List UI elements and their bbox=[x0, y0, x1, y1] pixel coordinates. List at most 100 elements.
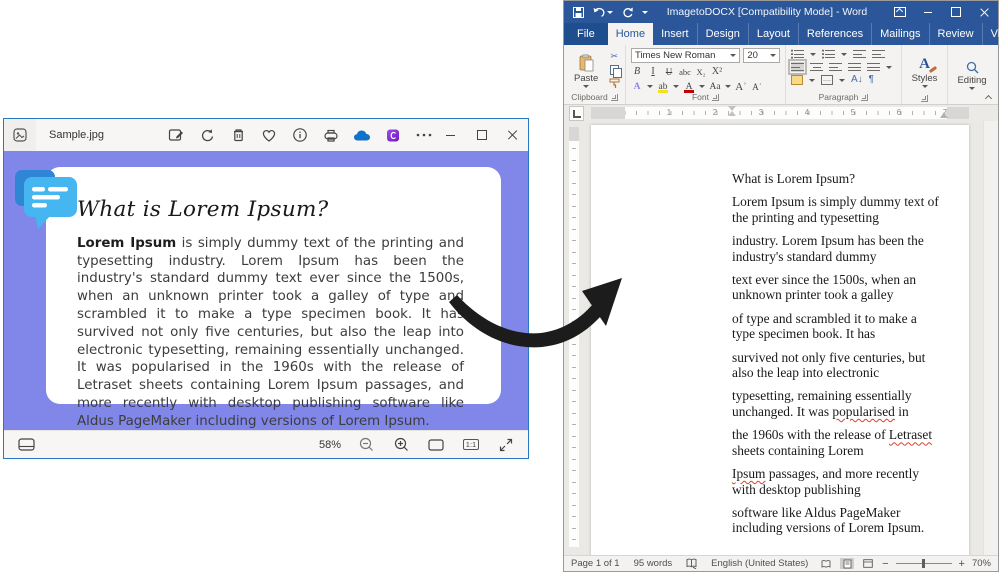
web-layout-button[interactable] bbox=[861, 558, 875, 569]
text-effects-caret[interactable] bbox=[647, 85, 653, 88]
paragraph-dialog-launcher[interactable] bbox=[861, 94, 868, 101]
font-size-combo[interactable]: 20 bbox=[743, 48, 780, 63]
word-zoom-level[interactable]: 70% bbox=[972, 558, 991, 569]
ribbon-tab[interactable]: Mailings bbox=[872, 23, 929, 45]
ribbon-tab[interactable]: Home bbox=[608, 23, 653, 45]
change-case-button[interactable]: Aa bbox=[709, 80, 721, 93]
doc-text-segment[interactable]: What is Lorem Ipsum? bbox=[732, 171, 855, 186]
font-color-caret[interactable] bbox=[699, 85, 705, 88]
ribbon-tab[interactable]: Review bbox=[930, 23, 983, 45]
cut-button[interactable]: ✂ bbox=[607, 50, 621, 62]
rotate-button[interactable] bbox=[198, 126, 216, 144]
shading-caret[interactable] bbox=[809, 79, 815, 82]
line-spacing-button[interactable] bbox=[867, 62, 880, 72]
undo-button[interactable] bbox=[593, 7, 613, 17]
justify-button[interactable] bbox=[848, 62, 861, 72]
align-center-button[interactable] bbox=[810, 62, 823, 72]
misspelled-word[interactable]: Ipsum bbox=[732, 466, 765, 481]
tab-selector-button[interactable] bbox=[569, 106, 584, 121]
zoom-in-button[interactable] bbox=[392, 436, 410, 454]
word-count-status[interactable]: 95 words bbox=[627, 558, 680, 569]
word-document-text[interactable]: What is Lorem Ipsum? Lorem Ipsum is simpl… bbox=[732, 171, 941, 544]
doc-paragraph[interactable]: Ipsum passages, and more recently with d… bbox=[732, 466, 941, 497]
show-paragraph-marks-button[interactable]: ¶ bbox=[869, 75, 874, 85]
font-name-combo[interactable]: Times New Roman bbox=[631, 48, 740, 63]
language-status[interactable]: English (United States) bbox=[704, 558, 815, 569]
file-info-button[interactable] bbox=[291, 126, 309, 144]
tab-file[interactable]: File bbox=[564, 23, 608, 45]
align-right-button[interactable] bbox=[829, 62, 842, 72]
format-painter-button[interactable] bbox=[607, 77, 621, 89]
ribbon-display-options-button[interactable] bbox=[886, 1, 914, 23]
photos-maximize-button[interactable] bbox=[466, 119, 497, 151]
favorite-button[interactable] bbox=[260, 126, 278, 144]
ribbon-tab[interactable]: Layout bbox=[749, 23, 799, 45]
fullscreen-button[interactable] bbox=[497, 436, 515, 454]
highlight-color-button[interactable]: ab bbox=[657, 80, 669, 93]
doc-paragraph[interactable]: industry. Lorem Ipsum has been the indus… bbox=[732, 233, 941, 264]
styles-dialog-launcher[interactable] bbox=[921, 95, 928, 102]
word-close-button[interactable] bbox=[970, 1, 998, 23]
text-effects-button[interactable]: A bbox=[631, 80, 643, 93]
misspelled-word[interactable]: popularised bbox=[832, 404, 894, 419]
paste-button[interactable]: Paste bbox=[567, 47, 605, 93]
doc-text-segment[interactable]: software like Aldus PageMaker including … bbox=[732, 505, 924, 535]
doc-text-segment[interactable]: text ever since the 1500s, when an unkno… bbox=[732, 272, 916, 302]
font-format-button[interactable]: B bbox=[631, 65, 643, 78]
ribbon-tab[interactable]: View bbox=[983, 23, 1000, 45]
bullets-caret[interactable] bbox=[810, 53, 816, 56]
copy-button[interactable] bbox=[607, 64, 621, 76]
doc-text-segment[interactable]: the 1960s with the release of bbox=[732, 427, 889, 442]
right-indent-marker[interactable] bbox=[940, 112, 948, 118]
font-format-button[interactable]: X₂ bbox=[695, 65, 707, 78]
doc-text-segment[interactable]: in bbox=[895, 404, 909, 419]
misspelled-word[interactable]: Letraset bbox=[889, 427, 932, 442]
zoom-out-control[interactable]: − bbox=[882, 559, 888, 569]
borders-button[interactable] bbox=[821, 75, 833, 85]
styles-button[interactable]: A Styles bbox=[904, 47, 946, 95]
page-count-status[interactable]: Page 1 of 1 bbox=[564, 558, 627, 569]
doc-paragraph[interactable]: text ever since the 1500s, when an unkno… bbox=[732, 272, 941, 303]
doc-paragraph[interactable]: the 1960s with the release of Letraset s… bbox=[732, 427, 941, 458]
font-format-button[interactable]: X² bbox=[711, 65, 723, 78]
doc-text-segment[interactable]: Lorem Ipsum is simply dummy text of the … bbox=[732, 194, 939, 224]
doc-text-segment[interactable]: of type and scrambled it to make a type … bbox=[732, 311, 917, 341]
collapse-ribbon-button[interactable] bbox=[985, 94, 992, 101]
document-scrollbar[interactable] bbox=[983, 121, 998, 555]
ribbon-tab[interactable]: Design bbox=[698, 23, 749, 45]
zoom-slider-thumb[interactable] bbox=[922, 559, 925, 568]
actual-size-button[interactable]: 1:1 bbox=[462, 436, 480, 454]
clipchamp-button[interactable] bbox=[384, 126, 402, 144]
font-format-button[interactable]: abc bbox=[679, 65, 691, 78]
line-spacing-caret[interactable] bbox=[886, 66, 892, 69]
doc-paragraph[interactable]: What is Lorem Ipsum? bbox=[732, 171, 941, 186]
horizontal-ruler[interactable]: 1234567 bbox=[591, 107, 969, 119]
doc-text-segment[interactable]: survived not only five centuries, but al… bbox=[732, 350, 925, 380]
photos-close-button[interactable] bbox=[497, 119, 528, 151]
align-left-button[interactable] bbox=[791, 62, 804, 72]
ribbon-tab[interactable]: References bbox=[799, 23, 872, 45]
zoom-slider[interactable] bbox=[896, 563, 952, 564]
paste-dropdown-caret[interactable] bbox=[583, 85, 589, 88]
numbering-button[interactable] bbox=[822, 49, 835, 59]
sort-button[interactable]: A↓ bbox=[851, 75, 863, 85]
photos-minimize-button[interactable] bbox=[435, 119, 466, 151]
increase-indent-button[interactable] bbox=[872, 49, 885, 59]
first-line-indent-marker[interactable] bbox=[728, 106, 736, 114]
print-layout-button[interactable] bbox=[840, 558, 854, 569]
font-color-button[interactable]: A bbox=[683, 80, 695, 93]
borders-caret[interactable] bbox=[839, 79, 845, 82]
doc-paragraph[interactable]: Lorem Ipsum is simply dummy text of the … bbox=[732, 194, 941, 225]
word-maximize-button[interactable] bbox=[942, 1, 970, 23]
save-to-onedrive-button[interactable] bbox=[353, 126, 371, 144]
save-icon[interactable] bbox=[573, 7, 584, 18]
document-page[interactable]: What is Lorem Ipsum? Lorem Ipsum is simpl… bbox=[591, 125, 969, 555]
redo-icon[interactable] bbox=[622, 7, 633, 18]
shrink-font-button[interactable]: Aʿ bbox=[751, 80, 763, 93]
doc-paragraph[interactable]: typesetting, remaining essentially uncha… bbox=[732, 388, 941, 419]
grow-font-button[interactable]: Aʾ bbox=[735, 80, 747, 93]
font-format-button[interactable]: U bbox=[663, 65, 675, 78]
doc-text-segment[interactable]: industry. Lorem Ipsum has been the indus… bbox=[732, 233, 924, 263]
fit-to-window-button[interactable] bbox=[427, 436, 445, 454]
word-minimize-button[interactable] bbox=[914, 1, 942, 23]
